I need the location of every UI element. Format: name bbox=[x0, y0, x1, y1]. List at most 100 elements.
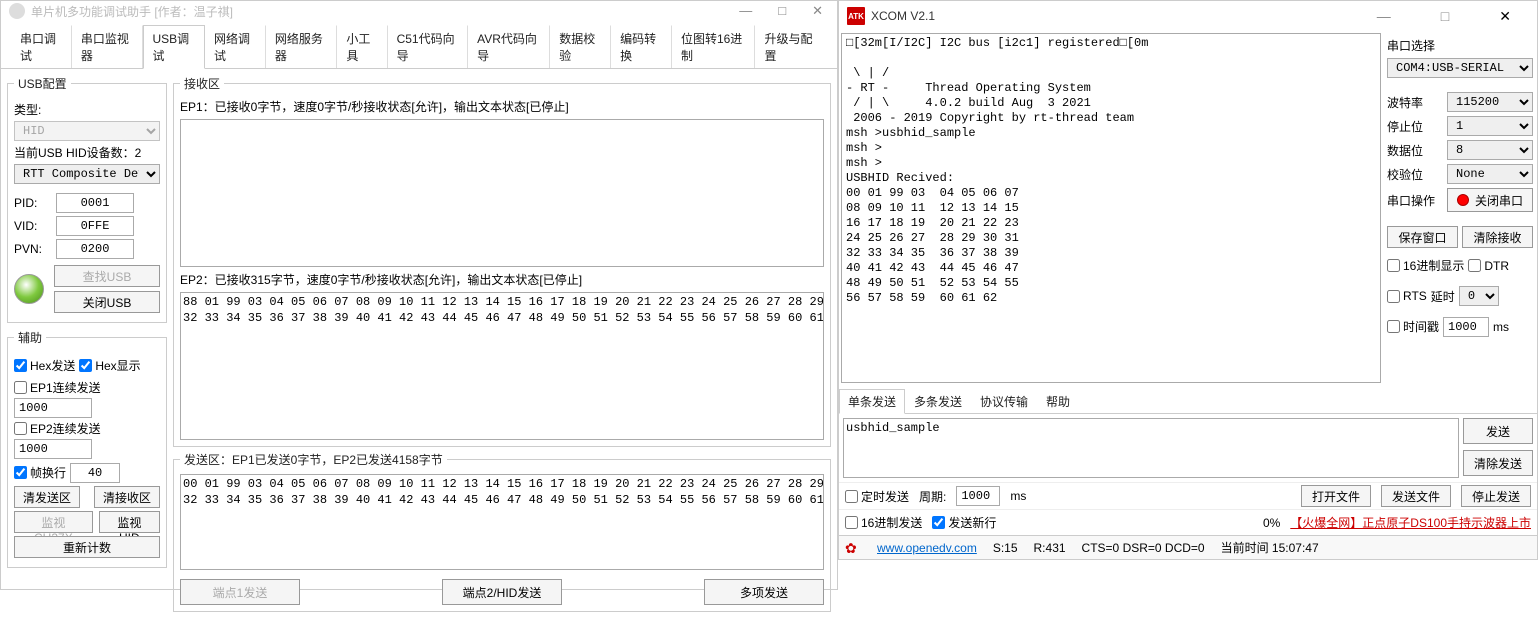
xcom-title: XCOM V2.1 bbox=[871, 9, 935, 23]
ep2-receive-area[interactable]: 88 01 99 03 04 05 06 07 08 09 10 11 12 1… bbox=[180, 292, 824, 440]
xcom-minimize-button[interactable]: — bbox=[1359, 4, 1409, 29]
tab-bitmap[interactable]: 位图转16进制 bbox=[672, 25, 756, 68]
close-button[interactable]: ✕ bbox=[806, 1, 829, 21]
tab-encoding[interactable]: 编码转换 bbox=[611, 25, 672, 68]
ep1-receive-area[interactable] bbox=[180, 119, 824, 267]
stopbit-label: 停止位 bbox=[1387, 118, 1423, 135]
send-button[interactable]: 发送 bbox=[1463, 418, 1533, 444]
timestamp-input[interactable] bbox=[1443, 317, 1489, 337]
titlebar[interactable]: 单片机多功能调试助手 [作者：温子祺] — □ ✕ bbox=[1, 1, 837, 21]
monitor-hid-button[interactable]: 监视HID bbox=[99, 511, 160, 533]
ep1-interval-input[interactable] bbox=[14, 398, 92, 418]
period-ms-label: ms bbox=[1010, 489, 1026, 503]
stop-send-button[interactable]: 停止发送 bbox=[1461, 485, 1531, 507]
tab-help[interactable]: 帮助 bbox=[1037, 389, 1079, 413]
ep2-send-button[interactable]: 端点2/HID发送 bbox=[442, 579, 562, 605]
website-link[interactable]: www.openedv.com bbox=[877, 541, 977, 555]
serial-op-label: 串口操作 bbox=[1387, 192, 1435, 209]
usb-config-legend: USB配置 bbox=[14, 75, 71, 92]
hex-send-checkbox-xcom[interactable]: 16进制发送 bbox=[845, 514, 922, 531]
device-select[interactable]: RTT Composite Devi bbox=[14, 164, 160, 184]
hex-show-checkbox[interactable]: Hex显示 bbox=[79, 357, 140, 374]
baud-label: 波特率 bbox=[1387, 94, 1423, 111]
delay-select[interactable]: 0 bbox=[1459, 286, 1499, 306]
find-usb-button[interactable]: 查找USB bbox=[54, 265, 160, 287]
gear-icon[interactable]: ✿ bbox=[845, 540, 861, 556]
tab-multi-send[interactable]: 多条发送 bbox=[905, 389, 971, 413]
baud-select[interactable]: 115200 bbox=[1447, 92, 1533, 112]
app-icon bbox=[9, 3, 25, 19]
stopbit-select[interactable]: 1 bbox=[1447, 116, 1533, 136]
parity-select[interactable]: None bbox=[1447, 164, 1533, 184]
tab-serial-monitor[interactable]: 串口监视器 bbox=[72, 25, 144, 68]
databit-label: 数据位 bbox=[1387, 142, 1423, 159]
progress-label: 0% bbox=[1263, 516, 1280, 530]
serial-config-panel: 串口选择 COM4:USB-SERIAL 波特率115200 停止位1 数据位8… bbox=[1385, 33, 1535, 383]
vid-input[interactable] bbox=[56, 216, 134, 236]
usb-config-group: USB配置 类型: HID 当前USB HID设备数：2 RTT Composi… bbox=[7, 75, 167, 323]
databit-select[interactable]: 8 bbox=[1447, 140, 1533, 160]
close-usb-button[interactable]: 关闭USB bbox=[54, 291, 160, 313]
minimize-button[interactable]: — bbox=[733, 1, 758, 21]
receive-legend: 接收区 bbox=[180, 75, 224, 92]
hex-display-checkbox[interactable]: 16进制显示 bbox=[1387, 257, 1464, 274]
ep1-cont-checkbox[interactable]: EP1连续发送 bbox=[14, 379, 160, 396]
recv-count: R:431 bbox=[1034, 541, 1066, 555]
statusbar: ✿ www.openedv.com S:15 R:431 CTS=0 DSR=0… bbox=[839, 535, 1537, 559]
send-area[interactable]: 00 01 99 03 04 05 06 07 08 09 10 11 12 1… bbox=[180, 474, 824, 570]
pvn-input[interactable] bbox=[56, 239, 134, 259]
ep1-send-button[interactable]: 端点1发送 bbox=[180, 579, 300, 605]
tab-upgrade[interactable]: 升级与配置 bbox=[755, 25, 827, 68]
send-legend: 发送区：EP1已发送0字节，EP2已发送4158字节 bbox=[180, 451, 447, 468]
ep2-cont-checkbox[interactable]: EP2连续发送 bbox=[14, 420, 160, 437]
tab-net-server[interactable]: 网络服务器 bbox=[266, 25, 338, 68]
tab-protocol[interactable]: 协议传输 bbox=[971, 389, 1037, 413]
ad-link[interactable]: 【火爆全网】正点原子DS100手持示波器上市 bbox=[1290, 514, 1531, 531]
frame-newline-checkbox[interactable]: 帧换行 bbox=[14, 464, 66, 481]
maximize-button[interactable]: □ bbox=[772, 1, 792, 21]
receive-group: 接收区 EP1：已接收0字节，速度0字节/秒接收状态[允许]，输出文本状态[已停… bbox=[173, 75, 831, 447]
open-file-button[interactable]: 打开文件 bbox=[1301, 485, 1371, 507]
type-select[interactable]: HID bbox=[14, 121, 160, 141]
tab-avr[interactable]: AVR代码向导 bbox=[468, 25, 550, 68]
tab-single-send[interactable]: 单条发送 bbox=[839, 389, 905, 414]
delay-label: 延时 bbox=[1431, 288, 1455, 305]
save-window-button[interactable]: 保存窗口 bbox=[1387, 226, 1458, 248]
clear-send-button[interactable]: 清发送区 bbox=[14, 486, 80, 508]
current-time: 当前时间 15:07:47 bbox=[1221, 539, 1319, 556]
timed-send-checkbox[interactable]: 定时发送 bbox=[845, 488, 909, 505]
hex-send-checkbox[interactable]: Hex发送 bbox=[14, 357, 75, 374]
clear-receive-button[interactable]: 清除接收 bbox=[1462, 226, 1533, 248]
xcom-titlebar[interactable]: ATK XCOM V2.1 — □ ✕ bbox=[839, 1, 1537, 31]
rts-checkbox[interactable]: RTS bbox=[1387, 289, 1427, 303]
clear-send-button-xcom[interactable]: 清除发送 bbox=[1463, 450, 1533, 476]
tab-tools[interactable]: 小工具 bbox=[337, 25, 387, 68]
type-label: 类型: bbox=[14, 101, 52, 118]
dtr-checkbox[interactable]: DTR bbox=[1468, 259, 1509, 273]
send-newline-checkbox[interactable]: 发送新行 bbox=[932, 514, 996, 531]
recount-button[interactable]: 重新计数 bbox=[14, 536, 160, 558]
tab-checksum[interactable]: 数据校验 bbox=[550, 25, 611, 68]
tab-net-debug[interactable]: 网络调试 bbox=[205, 25, 266, 68]
send-file-button[interactable]: 发送文件 bbox=[1381, 485, 1451, 507]
monitor-ch37x-button[interactable]: 监视CH37X bbox=[14, 511, 93, 533]
port-select[interactable]: COM4:USB-SERIAL bbox=[1387, 58, 1533, 78]
timestamp-checkbox[interactable]: 时间戳 bbox=[1387, 318, 1439, 335]
period-input[interactable] bbox=[956, 486, 1000, 506]
ms-label: ms bbox=[1493, 320, 1509, 334]
multi-send-button[interactable]: 多项发送 bbox=[704, 579, 824, 605]
send-input[interactable]: usbhid_sample bbox=[843, 418, 1459, 478]
clear-recv-button[interactable]: 清接收区 bbox=[94, 486, 160, 508]
ep2-interval-input[interactable] bbox=[14, 439, 92, 459]
frame-length-input[interactable] bbox=[70, 463, 120, 483]
pvn-label: PVN: bbox=[14, 242, 52, 256]
tab-serial-debug[interactable]: 串口调试 bbox=[11, 25, 72, 68]
xcom-close-button[interactable]: ✕ bbox=[1481, 4, 1529, 29]
pid-input[interactable] bbox=[56, 193, 134, 213]
xcom-maximize-button[interactable]: □ bbox=[1423, 4, 1467, 29]
close-serial-button[interactable]: 关闭串口 bbox=[1447, 188, 1533, 212]
tab-c51[interactable]: C51代码向导 bbox=[388, 25, 469, 68]
tab-usb-debug[interactable]: USB调试 bbox=[143, 25, 204, 69]
send-group: 发送区：EP1已发送0字节，EP2已发送4158字节 00 01 99 03 0… bbox=[173, 451, 831, 612]
receive-log[interactable]: □[32m[I/I2C] I2C bus [i2c1] registered□[… bbox=[841, 33, 1381, 383]
